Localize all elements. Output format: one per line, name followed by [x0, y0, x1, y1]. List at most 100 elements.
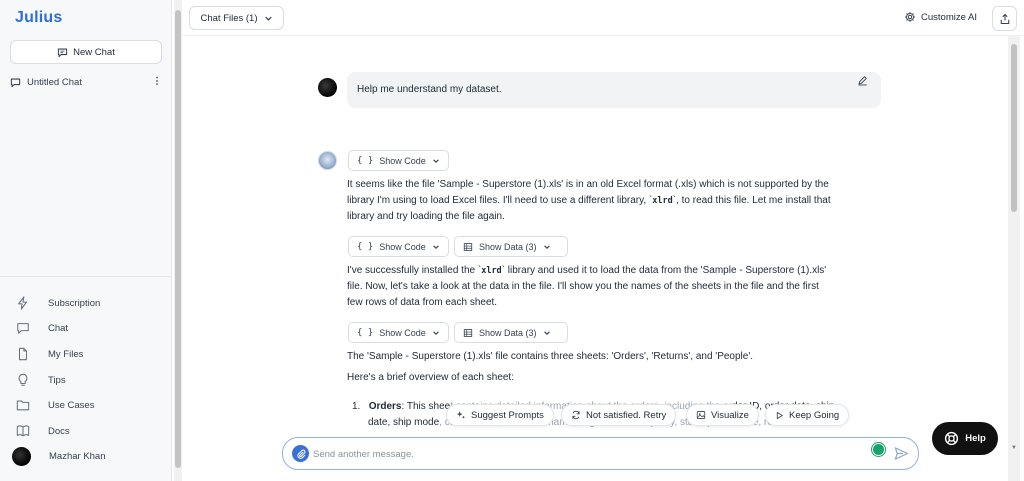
help-label: Help [965, 433, 986, 444]
help-button[interactable]: Help [932, 422, 998, 455]
show-data-button[interactable]: Show Data (3) [454, 322, 568, 343]
retry-button[interactable]: Not satisfied. Retry [561, 404, 677, 426]
text-span: I've successfully installed the ` [347, 265, 482, 276]
main-scrollbar[interactable]: ▼ [1008, 36, 1020, 481]
show-code-label: Show Code [379, 241, 426, 252]
user-message: Help me understand my dataset. [347, 72, 881, 108]
list-term: Orders [368, 401, 402, 412]
play-icon [776, 411, 783, 419]
lifebuoy-icon [945, 431, 959, 446]
text-line: few rows of data from each sheet. [347, 297, 498, 309]
scroll-down-icon[interactable]: ▼ [1011, 445, 1017, 451]
file-icon [18, 347, 28, 361]
chevron-down-icon [264, 16, 272, 21]
text-line: file. Now, let's take a look at the data… [347, 281, 819, 293]
sidebar-item-chat[interactable]: Chat [16, 320, 166, 336]
new-chat-button[interactable]: New Chat [10, 40, 162, 64]
sidebar: Julius New Chat Untitled Chat ⋮ Subscrip… [0, 0, 172, 481]
chevron-down-icon [543, 244, 550, 249]
sidebar-scrollbar[interactable] [174, 0, 182, 481]
suggest-prompts-button[interactable]: Suggest Prompts [446, 404, 554, 426]
visualize-label: Visualize [711, 409, 749, 421]
scrollbar-thumb[interactable] [1011, 44, 1017, 212]
message-composer [282, 437, 919, 470]
customize-ai-label: Customize AI [921, 11, 977, 23]
show-code-label: Show Code [379, 327, 426, 338]
chat-item-label: Untitled Chat [27, 76, 82, 88]
chevron-down-icon [433, 158, 439, 163]
show-code-button[interactable]: { } Show Code [348, 150, 449, 171]
code-braces-icon: { } [357, 155, 374, 166]
avatar [12, 447, 31, 466]
lightning-icon [18, 296, 28, 310]
sidebar-item-label: My Files [48, 348, 84, 360]
text-line: It seems like the file 'Sample - Superst… [347, 179, 829, 190]
chevron-down-icon [543, 330, 550, 335]
text-line: I've successfully installed the `xlrd` l… [347, 263, 887, 279]
share-icon [1000, 13, 1009, 24]
show-data-label: Show Data (3) [479, 327, 537, 338]
assistant-paragraph-1: It seems like the file 'Sample - Superst… [347, 177, 887, 226]
show-code-button[interactable]: { } Show Code [348, 236, 449, 257]
sidebar-item-subscription[interactable]: Subscription [16, 295, 166, 311]
send-icon[interactable] [894, 446, 909, 461]
sidebar-item-docs[interactable]: Docs [16, 423, 166, 439]
grammarly-icon[interactable] [872, 443, 885, 456]
visualize-button[interactable]: Visualize [686, 404, 759, 426]
sparkle-icon [456, 411, 466, 419]
sidebar-item-tips[interactable]: Tips [16, 372, 166, 388]
new-chat-label: New Chat [73, 46, 115, 58]
keep-going-label: Keep Going [789, 409, 840, 421]
text-line: library and try loading the file again. [347, 211, 505, 223]
suggest-prompts-label: Suggest Prompts [471, 409, 544, 421]
folder-icon [16, 400, 30, 411]
book-icon [16, 425, 30, 437]
keep-going-button[interactable]: Keep Going [765, 404, 850, 426]
user-avatar [318, 78, 337, 97]
more-options-icon[interactable]: ⋮ [152, 77, 162, 87]
sidebar-item-label: Use Cases [48, 399, 95, 411]
text-span: `, to read this file. Let me install tha… [672, 195, 831, 207]
chevron-down-icon [433, 330, 439, 335]
chat-bubble-icon [58, 48, 68, 57]
message-input[interactable] [313, 445, 853, 463]
assistant-paragraph-4: Here's a brief overview of each sheet: [347, 372, 514, 383]
user-name: Mazhar Khan [49, 451, 106, 462]
assistant-avatar [318, 151, 337, 170]
customize-ai-button[interactable]: Customize AI [904, 11, 977, 23]
text-span: date, ship mode [368, 417, 440, 428]
top-bar: Chat Files (1) Customize AI [182, 0, 1024, 36]
show-data-button[interactable]: Show Data (3) [454, 236, 568, 257]
code-braces-icon: { } [357, 327, 374, 338]
sidebar-item-label: Docs [48, 425, 70, 437]
assistant-paragraph-3: The 'Sample - Superstore (1).xls' file c… [347, 351, 754, 362]
chevron-down-icon [433, 244, 439, 249]
show-code-label: Show Code [379, 155, 426, 166]
code-braces-icon: { } [357, 241, 374, 252]
chat-files-label: Chat Files (1) [200, 12, 258, 24]
lightbulb-icon [18, 373, 28, 386]
retry-label: Not satisfied. Retry [586, 409, 667, 421]
chat-list-item[interactable]: Untitled Chat ⋮ [10, 74, 162, 90]
text-span: : This shee [401, 401, 451, 412]
text-span: library I'm using to load Excel files. I… [347, 195, 653, 207]
share-button[interactable] [992, 6, 1017, 31]
brand-logo[interactable]: Julius [15, 9, 62, 27]
show-code-button[interactable]: { } Show Code [348, 322, 449, 343]
sidebar-item-my-files[interactable]: My Files [16, 346, 166, 362]
table-icon [463, 328, 473, 337]
refresh-icon [572, 410, 580, 420]
sidebar-item-use-cases[interactable]: Use Cases [16, 397, 166, 413]
sidebar-divider [0, 276, 172, 277]
chat-files-dropdown[interactable]: Chat Files (1) [189, 6, 284, 30]
text-span: ` library and used it to load the data f… [501, 265, 827, 276]
edit-icon[interactable] [857, 75, 868, 86]
text-line: library I'm using to load Excel files. I… [347, 193, 887, 209]
image-icon [696, 411, 706, 419]
paperclip-icon [296, 449, 305, 459]
attach-button[interactable] [292, 445, 309, 462]
assistant-paragraph-2: I've successfully installed the `xlrd` l… [347, 263, 887, 312]
scrollbar-thumb[interactable] [175, 10, 181, 468]
list-number: 1. [352, 401, 361, 412]
user-profile[interactable]: Mazhar Khan [12, 447, 162, 466]
